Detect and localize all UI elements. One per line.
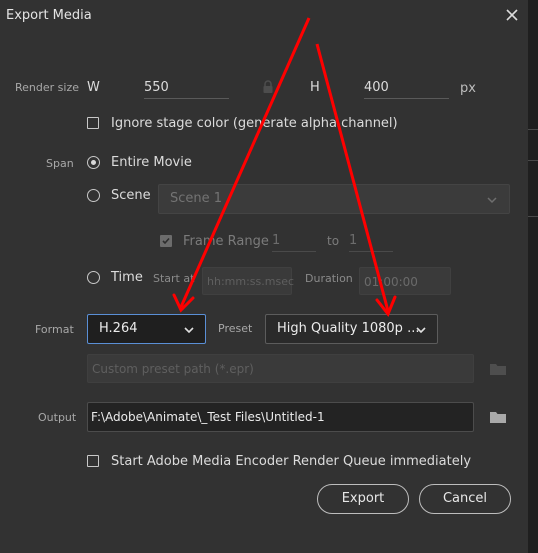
frame-range-label: Frame Range bbox=[183, 234, 269, 249]
lock-icon[interactable] bbox=[262, 80, 274, 94]
media-encoder-checkbox[interactable] bbox=[87, 455, 99, 467]
frame-from-input[interactable]: 1 bbox=[272, 231, 316, 252]
custom-preset-input[interactable]: Custom preset path (*.epr) bbox=[87, 354, 474, 383]
start-at-placeholder: hh:mm:ss.msec bbox=[207, 275, 295, 288]
custom-preset-placeholder: Custom preset path (*.epr) bbox=[92, 362, 254, 376]
folder-icon[interactable] bbox=[490, 363, 506, 375]
chevron-down-icon bbox=[416, 327, 426, 334]
output-label: Output bbox=[38, 411, 77, 424]
duration-value: 01:00:00 bbox=[364, 275, 418, 289]
panel-divider bbox=[528, 216, 538, 217]
format-label: Format bbox=[35, 323, 74, 336]
frame-range-checkbox[interactable] bbox=[160, 235, 172, 247]
background-panel-edge bbox=[528, 0, 538, 553]
width-input[interactable]: 550 bbox=[144, 78, 229, 99]
start-at-label: Start at bbox=[153, 272, 195, 285]
time-radio[interactable] bbox=[87, 271, 100, 284]
chevron-down-icon bbox=[487, 197, 497, 204]
render-size-label: Render size bbox=[15, 81, 79, 94]
panel-divider bbox=[528, 129, 538, 130]
width-label: W bbox=[87, 80, 100, 95]
span-label: Span bbox=[46, 157, 74, 170]
dialog-title: Export Media bbox=[6, 8, 92, 23]
cancel-button[interactable]: Cancel bbox=[419, 484, 511, 514]
close-icon[interactable] bbox=[503, 6, 521, 24]
duration-input[interactable]: 01:00:00 bbox=[359, 267, 451, 295]
format-value: H.264 bbox=[99, 321, 138, 336]
entire-movie-radio[interactable] bbox=[87, 156, 100, 169]
frame-to-label: to bbox=[327, 234, 340, 248]
ignore-stage-checkbox[interactable] bbox=[87, 117, 99, 129]
unit-label: px bbox=[460, 81, 476, 96]
height-input[interactable]: 400 bbox=[364, 78, 449, 99]
folder-icon[interactable] bbox=[490, 411, 506, 423]
start-at-input[interactable]: hh:mm:ss.msec bbox=[202, 267, 295, 295]
media-encoder-label: Start Adobe Media Encoder Render Queue i… bbox=[111, 454, 472, 469]
frame-to-input[interactable]: 1 bbox=[349, 231, 393, 252]
preset-label: Preset bbox=[218, 322, 253, 335]
output-path-input[interactable]: F:\Adobe\Animate\_Test Files\Untitled-1 bbox=[87, 402, 474, 432]
scene-dropdown-value: Scene 1 bbox=[170, 191, 223, 206]
export-media-dialog: Export Media Render size W 550 H 400 px … bbox=[0, 0, 528, 553]
format-dropdown[interactable]: H.264 bbox=[87, 314, 206, 344]
time-label: Time bbox=[111, 270, 143, 285]
scene-radio[interactable] bbox=[87, 189, 100, 202]
preset-dropdown[interactable]: High Quality 1080p ... bbox=[265, 314, 438, 344]
entire-movie-label: Entire Movie bbox=[111, 155, 192, 170]
ignore-stage-label: Ignore stage color (generate alpha chann… bbox=[111, 116, 398, 131]
scene-dropdown[interactable]: Scene 1 bbox=[158, 184, 510, 214]
checkmark-icon bbox=[162, 237, 170, 245]
scene-label: Scene bbox=[111, 188, 151, 203]
duration-label: Duration bbox=[305, 272, 353, 285]
title-bar: Export Media bbox=[0, 0, 528, 32]
height-label: H bbox=[310, 80, 320, 95]
chevron-down-icon bbox=[184, 327, 194, 334]
output-path-value: F:\Adobe\Animate\_Test Files\Untitled-1 bbox=[91, 410, 325, 424]
export-button[interactable]: Export bbox=[317, 484, 409, 514]
panel-divider bbox=[528, 160, 538, 161]
preset-value: High Quality 1080p ... bbox=[277, 321, 420, 336]
